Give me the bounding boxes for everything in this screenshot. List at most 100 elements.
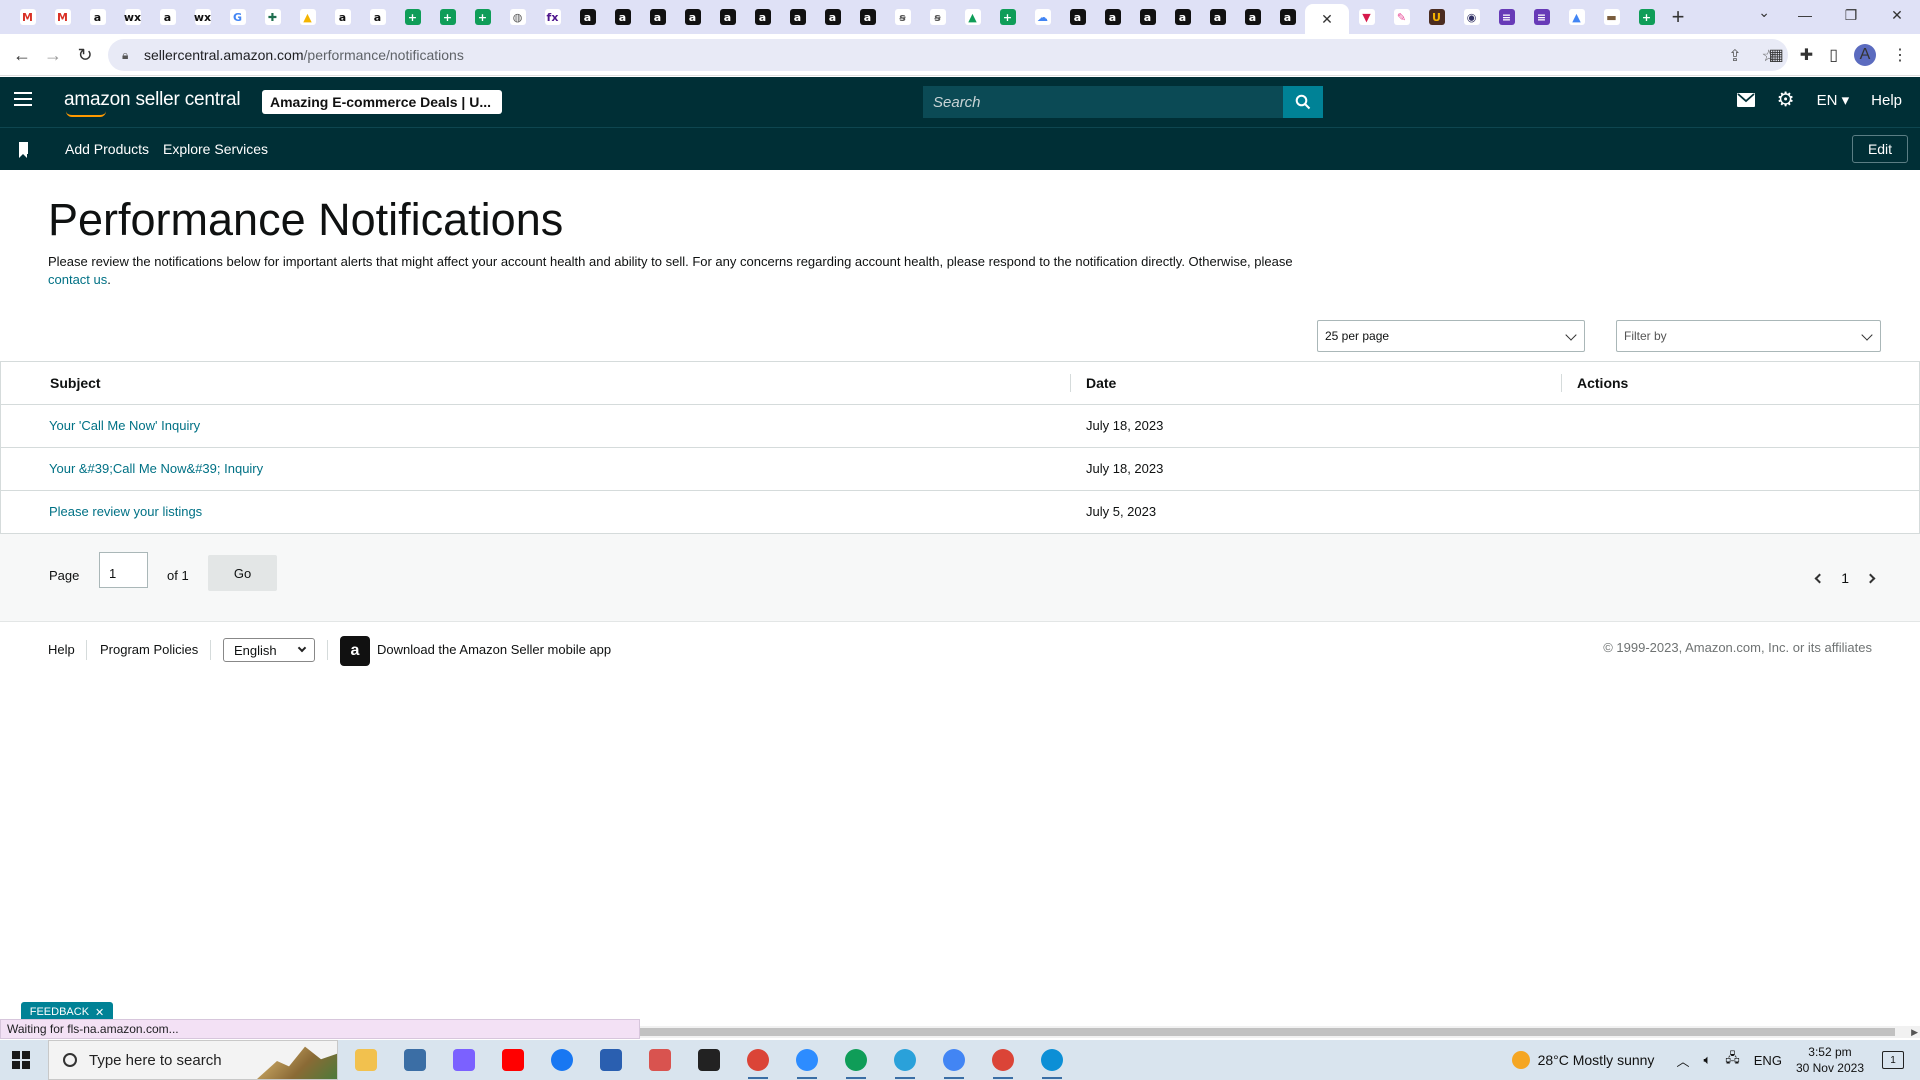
weather-widget[interactable]: 28°C Mostly sunny <box>1511 1051 1654 1069</box>
browser-tab[interactable]: ꞩ <box>885 4 920 30</box>
browser-tab[interactable]: a <box>1165 4 1200 30</box>
store-selector[interactable]: Amazing E-commerce Deals | U... <box>262 90 502 114</box>
current-page[interactable]: 1 <box>1841 570 1849 586</box>
browser-tab[interactable]: a <box>675 4 710 30</box>
amazon-seller-app-icon[interactable]: a <box>340 636 370 666</box>
gear-icon[interactable]: ⚙ <box>1777 90 1795 110</box>
notification-subject-link[interactable]: Your 'Call Me Now' Inquiry <box>49 418 200 433</box>
volume-icon[interactable]: 🔈︎ <box>1703 1052 1711 1068</box>
forward-icon[interactable]: → <box>40 42 66 68</box>
tab-search-icon[interactable]: ⌄ <box>1758 4 1770 21</box>
browser-tab[interactable]: wx <box>115 4 150 30</box>
hamburger-menu-icon[interactable] <box>14 92 32 106</box>
maximize-icon[interactable]: ❐ <box>1828 0 1874 30</box>
browser-tab[interactable]: G <box>220 4 255 30</box>
explore-services-link[interactable]: Explore Services <box>163 141 268 157</box>
edit-button[interactable]: Edit <box>1852 135 1908 163</box>
lock-icon[interactable]: 🔒︎ <box>122 48 134 62</box>
calculator-icon[interactable] <box>399 1046 431 1074</box>
browser-tab[interactable]: a <box>570 4 605 30</box>
sticky-notes-icon[interactable] <box>693 1046 725 1074</box>
browser-tab[interactable]: ✚ <box>255 4 290 30</box>
search-input[interactable] <box>923 86 1283 118</box>
search-button[interactable] <box>1283 86 1323 118</box>
close-window-icon[interactable]: ✕ <box>1874 0 1920 30</box>
browser-tab[interactable]: ◍ <box>500 4 535 30</box>
browser-tab[interactable]: a <box>640 4 675 30</box>
browser-tab[interactable]: M <box>10 4 45 30</box>
network-icon[interactable]: 🖧︎ <box>1725 1049 1740 1071</box>
browser-tab[interactable]: a <box>1130 4 1165 30</box>
notifications-icon[interactable]: 1 <box>1882 1051 1904 1069</box>
chevron-left-icon[interactable] <box>1814 573 1825 583</box>
filter-select[interactable]: Filter by <box>1616 320 1881 352</box>
chrome-icon[interactable] <box>987 1046 1019 1079</box>
browser-tab[interactable]: a <box>150 4 185 30</box>
language-selector[interactable]: EN ▾ <box>1817 91 1850 109</box>
snipping-icon[interactable] <box>644 1046 676 1074</box>
bookmark-icon[interactable] <box>19 142 28 158</box>
browser-tab[interactable]: a <box>1270 4 1305 30</box>
chrome-icon[interactable] <box>840 1046 872 1079</box>
chrome-icon[interactable] <box>938 1046 970 1079</box>
browser-tab[interactable]: fx <box>535 4 570 30</box>
share-icon[interactable]: ⇪ <box>1728 46 1741 66</box>
puzzle-icon[interactable]: ✚ <box>1800 45 1813 65</box>
browser-tab[interactable]: ◉ <box>1454 4 1489 30</box>
browser-tab[interactable]: a <box>745 4 780 30</box>
facebook-icon[interactable] <box>546 1046 578 1074</box>
browser-tab[interactable]: ▬ <box>1594 4 1629 30</box>
browser-tab[interactable]: wx <box>185 4 220 30</box>
new-tab-icon[interactable]: + <box>1664 4 1692 30</box>
browser-tab[interactable]: a <box>1235 4 1270 30</box>
extension-icon[interactable]: ▦ <box>1769 45 1784 65</box>
back-icon[interactable]: ← <box>9 42 35 68</box>
mail-icon[interactable] <box>1736 93 1755 107</box>
browser-tab[interactable]: a <box>605 4 640 30</box>
minimize-icon[interactable]: — <box>1782 0 1828 30</box>
chevron-up-icon[interactable]: ︿ <box>1676 1051 1689 1070</box>
close-icon[interactable]: ✕ <box>95 1006 104 1019</box>
youtube-icon[interactable] <box>497 1046 529 1074</box>
browser-tab[interactable]: a <box>1095 4 1130 30</box>
browser-tab[interactable]: a <box>710 4 745 30</box>
menu-dots-icon[interactable]: ⋮ <box>1892 45 1908 65</box>
copilot-icon[interactable] <box>448 1046 480 1074</box>
browser-tab[interactable]: a <box>360 4 395 30</box>
taskbar-search[interactable]: Type here to search <box>48 1040 338 1080</box>
profile-avatar[interactable]: A <box>1854 44 1876 66</box>
browser-tab[interactable]: ▲ <box>290 4 325 30</box>
program-policies-link[interactable]: Program Policies <box>100 642 198 657</box>
browser-tab[interactable]: a <box>325 4 360 30</box>
browser-tab[interactable]: ≡ <box>1489 4 1524 30</box>
browser-tab[interactable]: ▼ <box>1349 4 1384 30</box>
browser-tab[interactable]: ▲ <box>955 4 990 30</box>
store-icon[interactable] <box>595 1046 627 1074</box>
browser-tab[interactable]: + <box>465 4 500 30</box>
tab-close-icon[interactable]: ✕ <box>1321 11 1333 28</box>
browser-tab[interactable]: a <box>815 4 850 30</box>
download-app-link[interactable]: Download the Amazon Seller mobile app <box>377 642 611 657</box>
language-select[interactable]: English <box>223 638 315 662</box>
browser-tab[interactable]: ☁ <box>1025 4 1060 30</box>
browser-tab[interactable]: ꞩ <box>920 4 955 30</box>
scroll-right-icon[interactable]: ▶ <box>1911 1027 1918 1038</box>
seller-central-logo[interactable]: amazon seller central <box>64 89 241 117</box>
browser-tab[interactable]: ✎ <box>1384 4 1419 30</box>
browser-tab[interactable]: a <box>1200 4 1235 30</box>
add-products-link[interactable]: Add Products <box>65 141 149 157</box>
edge-icon[interactable] <box>1036 1046 1068 1079</box>
browser-tab[interactable]: a <box>850 4 885 30</box>
browser-tab[interactable]: + <box>990 4 1025 30</box>
notification-subject-link[interactable]: Your &#39;Call Me Now&#39; Inquiry <box>49 461 263 476</box>
chevron-right-icon[interactable] <box>1865 573 1876 583</box>
contact-us-link[interactable]: contact us <box>48 272 107 287</box>
browser-tab[interactable]: a <box>80 4 115 30</box>
browser-tab[interactable]: + <box>395 4 430 30</box>
address-bar[interactable]: 🔒︎ sellercentral.amazon.com/performance/… <box>108 39 1788 71</box>
address-url[interactable]: sellercentral.amazon.com/performance/not… <box>144 47 464 63</box>
reload-icon[interactable]: ↻ <box>72 42 98 68</box>
help-link[interactable]: Help <box>1871 92 1902 109</box>
browser-tab[interactable]: a <box>1060 4 1095 30</box>
active-tab[interactable]: ✕ <box>1305 4 1349 34</box>
